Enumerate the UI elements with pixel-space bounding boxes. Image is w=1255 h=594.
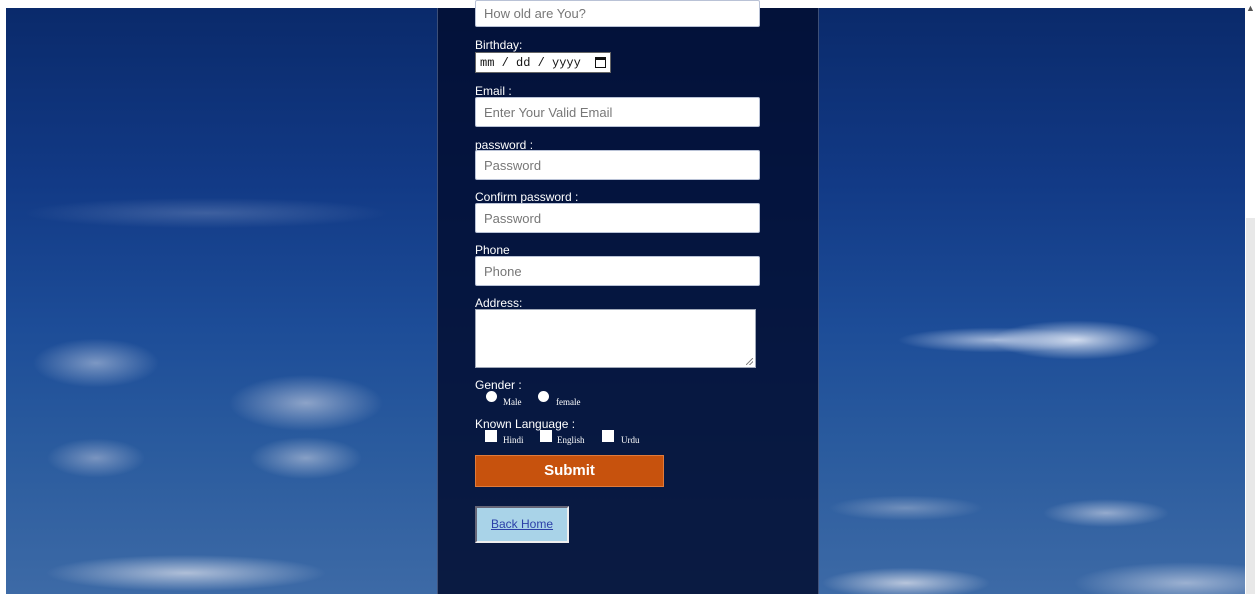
phone-label: Phone [475,243,510,257]
birthday-date-input[interactable]: mm / dd / yyyy [475,52,611,73]
language-hindi-label: Hindi [503,435,524,445]
confirm-password-input[interactable] [475,203,760,233]
calendar-icon[interactable] [595,57,606,68]
resize-grip-icon[interactable] [746,358,753,365]
password-input[interactable] [475,150,760,180]
submit-button[interactable]: Submit [475,455,664,487]
language-hindi-checkbox[interactable] [485,430,497,442]
back-home-link[interactable]: Back Home [491,517,553,531]
back-home-box: Back Home [475,506,569,543]
gender-male-label: Male [503,397,522,407]
confirm-password-label: Confirm password : [475,190,579,204]
gender-male-radio[interactable] [486,391,497,402]
language-urdu-label: Urdu [621,435,640,445]
phone-input[interactable] [475,256,760,286]
language-english-checkbox[interactable] [540,430,552,442]
birthday-date-value: mm / dd / yyyy [480,55,581,70]
gender-female-radio[interactable] [538,391,549,402]
known-language-label: Known Language : [475,417,576,431]
scrollbar-thumb[interactable] [1246,218,1255,594]
age-input[interactable] [475,0,760,27]
email-input[interactable] [475,97,760,127]
address-textarea[interactable] [475,309,756,368]
gender-female-label: female [556,397,581,407]
address-label: Address: [475,296,523,310]
language-english-label: English [557,435,585,445]
language-urdu-checkbox[interactable] [602,430,614,442]
chevron-up-icon[interactable]: ▲ [1246,3,1255,13]
gender-label: Gender : [475,378,522,392]
email-label: Email : [475,84,512,98]
birthday-label: Birthday: [475,38,523,52]
